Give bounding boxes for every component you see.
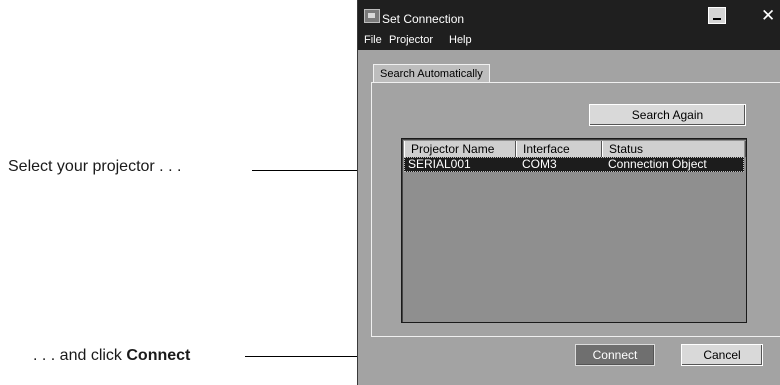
cancel-button[interactable]: Cancel: [681, 344, 763, 366]
dialog-panel: Search Automatically Search Again Projec…: [358, 50, 780, 385]
row-status: Connection Object: [608, 157, 707, 171]
minimize-icon[interactable]: [708, 7, 726, 24]
close-icon[interactable]: ✕: [761, 6, 775, 26]
menu-item-projector[interactable]: Projector: [389, 34, 433, 46]
callout-click-bold: Connect: [126, 347, 191, 364]
connect-button[interactable]: Connect: [575, 344, 655, 366]
row-projector-name: SERIAL001: [408, 157, 471, 171]
row-interface: COM3: [522, 157, 557, 171]
list-header: Projector Name Interface Status: [404, 141, 746, 157]
callout-select-projector: Select your projector . . .: [8, 158, 182, 175]
app-icon: [364, 9, 380, 23]
menu-item-help[interactable]: Help: [449, 34, 472, 46]
callout-click-prefix: . . . and click: [33, 347, 127, 364]
column-header-projector-name[interactable]: Projector Name: [404, 141, 516, 157]
tab-search-automatically[interactable]: Search Automatically: [373, 64, 490, 83]
callout-click-connect: . . . and click Connect: [33, 347, 190, 365]
title-bar: Set Connection ✕: [358, 0, 780, 30]
menu-item-file[interactable]: File: [364, 34, 382, 46]
window-title: Set Connection: [382, 12, 465, 26]
menu-bar: File Projector Help: [358, 30, 780, 50]
search-again-button[interactable]: Search Again: [589, 104, 746, 126]
column-header-status[interactable]: Status: [602, 141, 746, 157]
list-row-selected[interactable]: SERIAL001 COM3 Connection Object: [404, 157, 744, 172]
column-header-interface[interactable]: Interface: [516, 141, 602, 157]
set-connection-window: Set Connection ✕ File Projector Help Sea…: [357, 0, 780, 385]
projector-list[interactable]: Projector Name Interface Status SERIAL00…: [401, 138, 747, 323]
